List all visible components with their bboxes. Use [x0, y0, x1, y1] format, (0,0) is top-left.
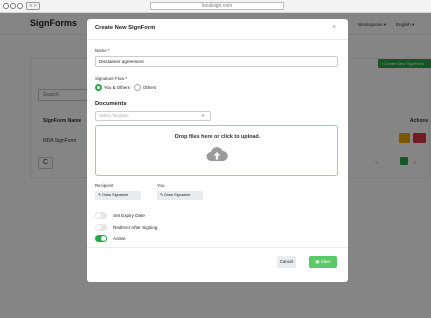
recipient-draw-signature-label: Draw Signature [102, 193, 129, 197]
template-select[interactable]: Select Template ▼ [95, 111, 211, 121]
radio-you-and-others[interactable] [95, 84, 102, 91]
window-minimize-dot[interactable] [10, 3, 16, 9]
redirect-toggle[interactable] [95, 224, 107, 231]
recipient-label: Recipient [95, 183, 114, 188]
save-icon: ▣ [315, 259, 320, 264]
radio-others[interactable] [134, 84, 141, 91]
recipient-draw-signature-button[interactable]: ✎ Draw Signature [95, 191, 141, 200]
dropzone-text: Drop files here or click to upload. [174, 134, 261, 140]
expiry-toggle[interactable] [95, 212, 107, 219]
signature-flow-label: Signature Flow * [95, 76, 128, 81]
modal-title: Create New SignForm [95, 25, 156, 31]
modal-footer-divider [87, 247, 348, 248]
nav-back-forward[interactable]: < > [26, 2, 40, 10]
you-label: You [157, 183, 165, 188]
save-label: Save [320, 259, 331, 264]
name-label: Name * [95, 48, 110, 53]
expiry-label: Set Expiry Date [113, 213, 145, 218]
modal-header: Create New SignForm × [87, 19, 348, 40]
browser-toolbar: < > localsign.com [0, 0, 431, 13]
toggle-knob [101, 236, 106, 241]
window-maximize-dot[interactable] [17, 3, 23, 9]
save-button[interactable]: ▣ Save [309, 256, 337, 268]
name-field[interactable]: Disclaimer agreement [95, 56, 338, 67]
active-label: Active [113, 236, 126, 241]
cloud-upload-icon [206, 147, 228, 161]
pen-icon: ✎ [98, 193, 102, 197]
toggle-knob [96, 225, 101, 230]
chevron-down-icon: ▼ [201, 113, 205, 118]
template-select-placeholder: Select Template [99, 113, 129, 118]
documents-title: Documents [95, 101, 127, 107]
toggle-knob [96, 213, 101, 218]
create-signform-modal: Create New SignForm × Name * Disclaimer … [87, 19, 348, 282]
close-icon[interactable]: × [332, 24, 336, 31]
url-bar[interactable]: localsign.com [150, 2, 284, 10]
active-toggle[interactable] [95, 235, 107, 242]
pen-icon: ✎ [160, 193, 164, 197]
redirect-label: Redirect After Signing [113, 225, 158, 230]
radio-you-and-others-label: You & Others [104, 85, 130, 90]
window-close-dot[interactable] [3, 3, 9, 9]
you-draw-signature-button[interactable]: ✎ Draw Signature [157, 191, 203, 200]
radio-others-label: Others [143, 85, 157, 90]
cancel-button[interactable]: Cancel [277, 256, 296, 268]
file-dropzone[interactable]: Drop files here or click to upload. [95, 125, 338, 176]
you-draw-signature-label: Draw Signature [164, 193, 191, 197]
